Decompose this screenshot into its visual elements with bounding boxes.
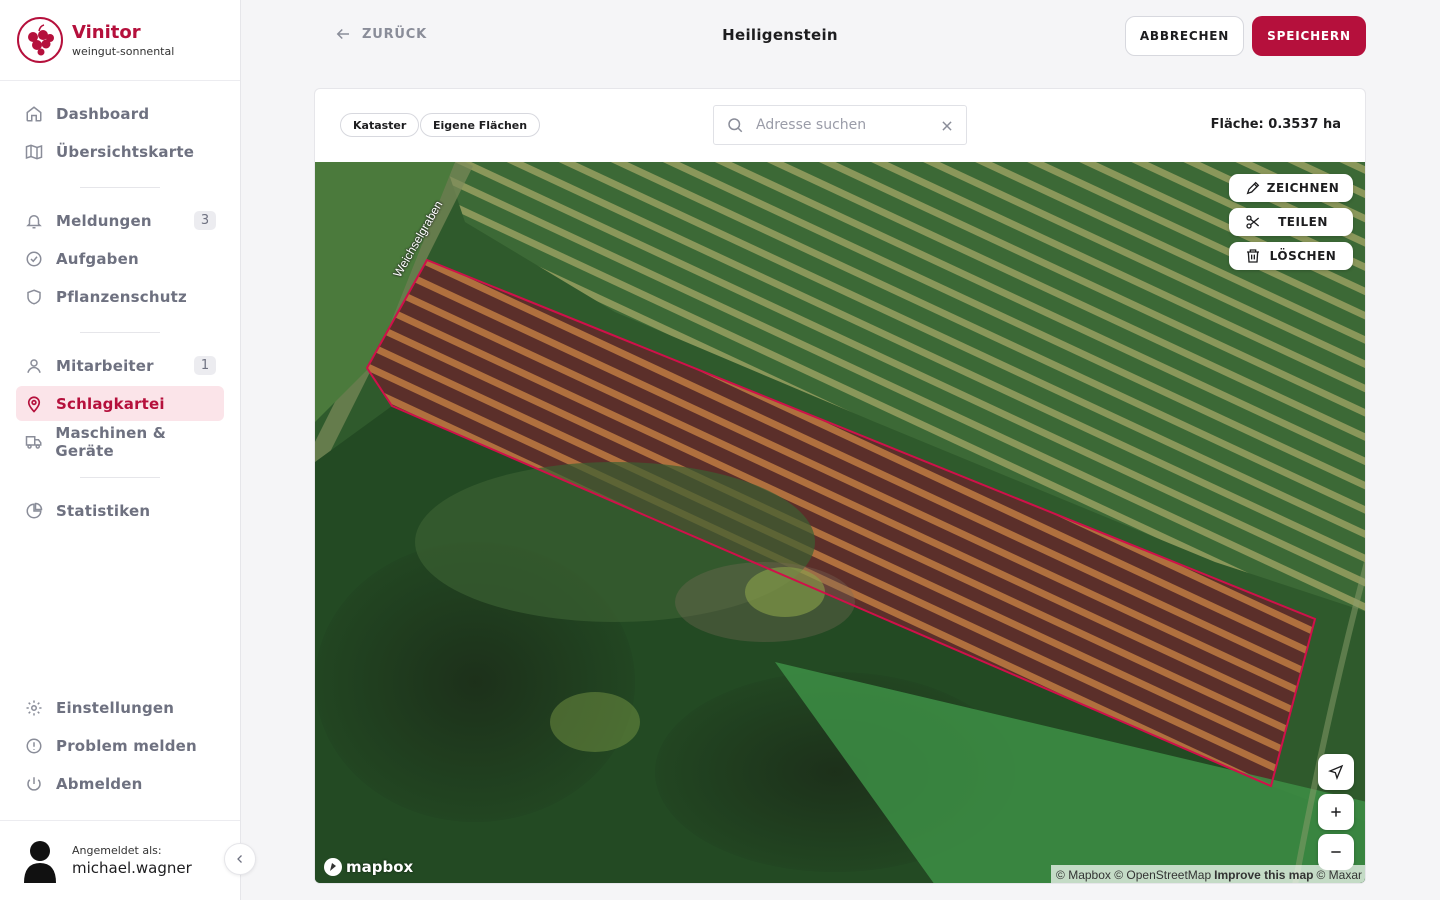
- sidebar-item-label: Dashboard: [56, 104, 150, 123]
- locate-button[interactable]: [1318, 754, 1354, 790]
- sidebar: Vinitor weingut-sonnental Dashboard Über…: [0, 0, 241, 900]
- nav-divider: [80, 332, 160, 333]
- sidebar-item-maschinen[interactable]: Maschinen & Geräte: [16, 423, 224, 460]
- close-icon: [942, 121, 952, 131]
- sidebar-item-abmelden[interactable]: Abmelden: [16, 766, 224, 801]
- delete-tool-button[interactable]: LÖSCHEN: [1229, 242, 1353, 270]
- satellite-map[interactable]: Weichselgraben ZEICHNEN TEILEN LÖSCHEN m…: [315, 162, 1365, 883]
- logged-in-label: Angemeldet als:: [72, 843, 162, 857]
- nav-group-bottom: Einstellungen Problem melden Abmelden: [16, 690, 224, 801]
- area-readout: Fläche: 0.3537 ha: [1210, 117, 1341, 132]
- satellite-imagery: [315, 162, 1365, 883]
- mapbox-logo-text: mapbox: [346, 858, 414, 876]
- shield-icon: [24, 287, 44, 307]
- draw-tool-label: ZEICHNEN: [1266, 181, 1340, 195]
- sidebar-item-label: Problem melden: [56, 736, 197, 755]
- sidebar-item-meldungen[interactable]: Meldungen 3: [16, 203, 224, 238]
- power-icon: [24, 774, 44, 794]
- sidebar-item-label: Aufgaben: [56, 249, 139, 268]
- sidebar-item-label: Abmelden: [56, 774, 143, 793]
- scissors-icon: [1243, 214, 1263, 230]
- home-icon: [24, 104, 44, 124]
- username: michael.wagner: [72, 858, 192, 877]
- check-circle-icon: [24, 249, 44, 269]
- search-input[interactable]: [756, 117, 926, 133]
- cancel-button[interactable]: ABBRECHEN: [1125, 16, 1244, 56]
- split-tool-label: TEILEN: [1278, 215, 1328, 229]
- plus-icon: [1331, 807, 1341, 817]
- attribution-mapbox[interactable]: © Mapbox: [1056, 868, 1111, 882]
- grape-logo-icon: [17, 17, 63, 63]
- pen-icon: [1243, 180, 1263, 196]
- save-button[interactable]: SPEICHERN: [1252, 16, 1366, 56]
- map-card: Kataster Eigene Flächen Fläche: 0.3537 h…: [314, 88, 1366, 884]
- nav-group-stats: Statistiken: [16, 493, 224, 528]
- user-info: Angemeldet als: michael.wagner: [0, 820, 240, 900]
- mapbox-logo-icon: [324, 858, 342, 876]
- map-pin-icon: [24, 394, 44, 414]
- brand-subtitle: weingut-sonnental: [72, 44, 175, 58]
- back-button[interactable]: ZURÜCK: [334, 25, 427, 43]
- sidebar-item-label: Meldungen: [56, 211, 152, 230]
- sidebar-item-label: Einstellungen: [56, 698, 175, 717]
- sidebar-item-label: Mitarbeiter: [56, 356, 154, 375]
- sidebar-item-pflanzenschutz[interactable]: Pflanzenschutz: [16, 279, 224, 314]
- bell-icon: [24, 211, 44, 231]
- clear-search-button[interactable]: [940, 118, 954, 137]
- improve-map-link[interactable]: Improve this map: [1214, 868, 1313, 882]
- draw-tool-button[interactable]: ZEICHNEN: [1229, 174, 1353, 202]
- back-label: ZURÜCK: [362, 26, 427, 42]
- sidebar-item-statistiken[interactable]: Statistiken: [16, 493, 224, 528]
- notification-badge: 1: [194, 356, 216, 375]
- search-icon: [728, 118, 743, 133]
- sidebar-item-problem-melden[interactable]: Problem melden: [16, 728, 224, 763]
- collapse-sidebar-button[interactable]: [224, 843, 256, 875]
- attribution-maxar[interactable]: © Maxar: [1316, 868, 1362, 882]
- mapbox-logo[interactable]: mapbox: [323, 857, 413, 877]
- chip-eigene-flaechen[interactable]: Eigene Flächen: [420, 113, 541, 137]
- sidebar-item-label: Pflanzenschutz: [56, 287, 187, 306]
- navigation-arrow-icon: [1328, 764, 1344, 780]
- page-title: Heiligenstein: [722, 26, 838, 44]
- brand-name: Vinitor: [72, 21, 141, 43]
- sidebar-item-uebersichtskarte[interactable]: Übersichtskarte: [16, 134, 224, 169]
- zoom-in-button[interactable]: [1318, 794, 1354, 830]
- pie-chart-icon: [24, 501, 44, 521]
- chip-kataster[interactable]: Kataster: [340, 113, 420, 137]
- sidebar-item-label: Übersichtskarte: [56, 142, 195, 161]
- map-icon: [24, 142, 44, 162]
- attribution-osm[interactable]: © OpenStreetMap: [1114, 868, 1211, 882]
- truck-icon: [24, 432, 43, 452]
- user-icon: [24, 356, 44, 376]
- sidebar-item-einstellungen[interactable]: Einstellungen: [16, 690, 224, 725]
- sidebar-item-schlagkartei[interactable]: Schlagkartei: [16, 386, 224, 421]
- alert-circle-icon: [24, 736, 44, 756]
- notification-badge: 3: [194, 211, 216, 230]
- minus-icon: [1331, 851, 1341, 853]
- nav-group-main: Dashboard Übersichtskarte: [16, 96, 224, 169]
- sidebar-item-label: Maschinen & Geräte: [55, 423, 167, 460]
- nav-group-tasks: Meldungen 3 Aufgaben Pflanzenschutz: [16, 203, 224, 314]
- gear-icon: [24, 698, 44, 718]
- map-attribution: © Mapbox © OpenStreetMap Improve this ma…: [1051, 865, 1365, 883]
- nav-divider: [80, 187, 160, 188]
- avatar: [22, 839, 58, 883]
- nav-divider: [80, 477, 160, 478]
- nav-group-resources: Mitarbeiter 1 Schlagkartei Maschinen & G…: [16, 348, 224, 460]
- trash-icon: [1243, 248, 1263, 264]
- chevron-left-icon: [237, 855, 242, 863]
- address-search: [713, 105, 967, 145]
- sidebar-item-aufgaben[interactable]: Aufgaben: [16, 241, 224, 276]
- sidebar-item-label: Statistiken: [56, 501, 151, 520]
- sidebar-item-mitarbeiter[interactable]: Mitarbeiter 1: [16, 348, 224, 383]
- arrow-left-icon: [336, 28, 349, 40]
- sidebar-item-dashboard[interactable]: Dashboard: [16, 96, 224, 131]
- sidebar-item-label: Schlagkartei: [56, 394, 165, 413]
- delete-tool-label: LÖSCHEN: [1269, 249, 1337, 263]
- brand[interactable]: Vinitor weingut-sonnental: [0, 0, 240, 81]
- split-tool-button[interactable]: TEILEN: [1229, 208, 1353, 236]
